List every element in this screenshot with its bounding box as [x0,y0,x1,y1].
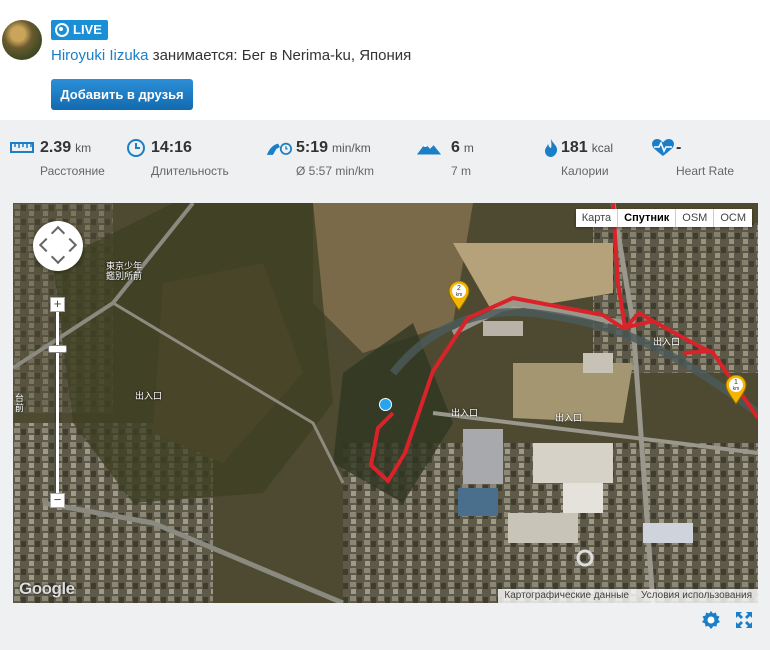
avatar[interactable] [2,20,42,60]
map-actions [701,610,754,630]
stat-label: Калории [561,164,609,178]
map-label: 出入口 [451,408,479,418]
mountain-icon [416,143,442,155]
map-label: 出入口 [555,413,583,423]
map-type-selector: Карта Спутник OSM OCM [575,209,752,227]
map-label: 東京少年鑑別所前 [106,261,143,281]
zoom-slider-track[interactable] [56,305,59,501]
live-badge: LIVE [51,20,108,40]
current-position-marker[interactable] [379,398,392,411]
km-marker-number: 2 [457,285,461,292]
km-marker-unit: km [456,292,463,298]
stat-label: Ø 5:57 min/km [296,164,375,178]
live-label: LIVE [73,22,102,37]
activity-panel: 2.39 km Расстояние 14:16 Длительность 5:1… [0,120,770,650]
stat-elevation: 6m 7 m [416,138,496,188]
stat-calories: 181 kcal Калории [538,138,638,188]
terms-of-use-link[interactable]: Условия использования [635,589,758,603]
add-friend-button[interactable]: Добавить в друзья [51,79,193,110]
heart-rate-icon [652,139,674,156]
pan-down-icon[interactable] [50,249,66,265]
map-type-map[interactable]: Карта [575,209,619,227]
map-label: 台前 [15,393,25,413]
stat-value: 5:19 min/km [296,139,371,156]
pan-right-icon[interactable] [62,237,78,253]
map-type-osm[interactable]: OSM [676,209,715,227]
map-data-link[interactable]: Картографические данные [498,589,635,603]
pan-control [33,221,83,271]
map-label: 出入口 [135,391,163,401]
zoom-out-button[interactable]: − [50,493,65,508]
stat-distance: 2.39 km Расстояние [10,138,120,188]
user-name-link[interactable]: Hiroyuki Iizuka [51,47,149,64]
clock-icon [127,139,145,157]
activity-header: LIVE Hiroyuki Iizuka занимается: Бег в N… [0,0,770,120]
stat-label: Расстояние [40,164,105,178]
pan-left-icon[interactable] [38,237,54,253]
activity-text: занимается: Бег в Nerima-ku, Япония [148,47,412,64]
stat-pace: 5:19 min/km Ø 5:57 min/km [266,138,396,188]
stat-label: 7 m [451,164,472,178]
running-shoe-icon [266,142,292,155]
stat-duration: 14:16 Длительность [126,138,246,188]
live-icon [55,23,69,37]
stat-value: 181 kcal [561,139,614,156]
stats-row: 2.39 km Расстояние 14:16 Длительность 5:1… [0,120,770,190]
km-marker-2[interactable]: 2 km [448,281,470,311]
ruler-icon [10,142,34,153]
map-label: 出入口 [653,337,681,347]
stat-value: - [676,139,682,156]
stat-label: Heart Rate [676,164,735,178]
fullscreen-icon[interactable] [734,610,754,630]
stat-heart-rate: - Heart Rate [650,138,760,188]
km-marker-number: 1 [734,379,738,386]
map-attribution: Картографические данные Условия использо… [498,589,758,603]
zoom-slider-handle[interactable] [48,345,67,353]
gear-icon[interactable] [701,610,721,630]
stat-value: 2.39 km [40,139,92,156]
zoom-in-button[interactable]: + [50,297,65,312]
pan-up-icon[interactable] [50,225,66,241]
km-marker-1[interactable]: 1 km [725,375,747,405]
km-marker-unit: km [733,386,740,392]
stat-value: 6m [451,139,474,156]
stat-label: Длительность [151,164,229,178]
map-type-ocm[interactable]: OCM [714,209,752,227]
route-map[interactable]: Карта Спутник OSM OCM + − 2 km 1 km 東京少年… [13,203,758,603]
stat-value: 14:16 [151,139,192,156]
map-type-satellite[interactable]: Спутник [618,209,677,227]
google-logo[interactable]: Google [19,579,75,599]
activity-description: Hiroyuki Iizuka занимается: Бег в Nerima… [51,47,411,64]
